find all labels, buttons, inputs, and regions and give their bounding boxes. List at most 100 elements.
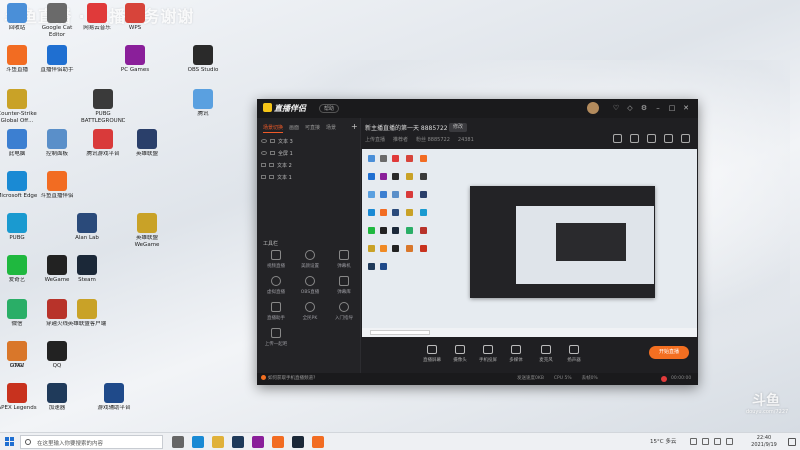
gift-box-icon[interactable] <box>630 134 639 143</box>
danmaku-tool[interactable]: 弹幕机 <box>327 250 361 269</box>
danmaku-library-tool[interactable]: 弹幕库 <box>327 276 361 295</box>
scene-item[interactable]: 文本 1 <box>261 174 292 181</box>
steam-icon[interactable] <box>292 436 304 448</box>
tab-scene-switch[interactable]: 场景切换 <box>263 125 284 133</box>
tab-scene[interactable]: 场景 <box>326 125 336 131</box>
upload-tool[interactable]: 上传一起吧 <box>259 328 293 347</box>
lock-icon[interactable] <box>270 151 275 155</box>
help-link[interactable]: 如何获取手机直播频道? <box>261 373 315 385</box>
guide-tool[interactable]: 入门指导 <box>327 302 361 321</box>
video-live-tool[interactable]: 视频直播 <box>259 250 293 269</box>
scene-item[interactable]: 文本 2 <box>261 162 292 169</box>
calendar-icon[interactable] <box>647 134 656 143</box>
weather-widget[interactable]: 15°C 多云 <box>650 437 676 445</box>
scene-item[interactable]: 文本 3 <box>261 138 293 145</box>
live-assistant-icon[interactable] <box>312 436 324 448</box>
virtual-live-tool[interactable]: 虚拟直播 <box>259 276 293 295</box>
lock-icon[interactable] <box>261 163 266 167</box>
desktop-icon[interactable]: 斗鱼直播 <box>0 45 39 74</box>
desktop-icon[interactable]: Google Cat Editor <box>35 3 79 39</box>
desktop-icon[interactable]: 斗鱼直播伴侣 <box>35 171 79 200</box>
desktop-icon[interactable]: Counter-Strike Global Off... <box>0 89 39 125</box>
desktop-icon[interactable]: 此电脑 <box>0 129 39 158</box>
tab-canvas[interactable]: 画面 <box>289 125 299 131</box>
start-live-button[interactable]: 开始直播 <box>649 346 689 359</box>
windows-start-icon[interactable] <box>5 437 15 447</box>
desktop-icon[interactable]: Alan Lab <box>65 213 109 242</box>
microphone-button[interactable]: 麦克风 <box>532 345 560 363</box>
bell-icon[interactable] <box>664 134 673 143</box>
volume-icon[interactable] <box>702 438 709 445</box>
desktop-icon[interactable]: PUBG BATTLEGROUNDS <box>81 89 125 125</box>
desktop-icon[interactable]: 直播伴侣助手 <box>35 45 79 74</box>
lock-icon[interactable] <box>270 139 275 143</box>
help-pill[interactable]: 帮助 <box>319 104 340 113</box>
desktop-icon[interactable]: PUBG <box>0 213 39 242</box>
share-icon[interactable] <box>681 134 690 143</box>
shield-icon[interactable]: ◇ <box>625 103 635 113</box>
desktop-icon[interactable]: 英雄联盟WeGame <box>125 213 169 249</box>
desktop-icon[interactable]: 英雄联盟 <box>125 129 169 158</box>
edge-icon[interactable] <box>192 436 204 448</box>
stream-preview[interactable] <box>362 149 697 337</box>
minimize-icon[interactable]: – <box>653 103 663 113</box>
desktop-icon[interactable]: Microsoft Edge <box>0 171 39 200</box>
ime-icon[interactable] <box>726 438 733 445</box>
desktop-icon[interactable]: PC Games <box>113 45 157 74</box>
edit-room-button[interactable]: 修改 <box>449 123 468 132</box>
taskbar-search-input[interactable]: 在这里输入你要搜索的内容 <box>20 435 163 449</box>
taskbar-clock[interactable]: 22:40 2021/9/19 <box>744 435 784 449</box>
desktop-icon[interactable]: 回收站 <box>0 3 39 32</box>
media-icon[interactable] <box>232 436 244 448</box>
speaker-button[interactable]: 扬声器 <box>560 345 588 363</box>
pc-games-icon[interactable] <box>252 436 264 448</box>
phone-cast-button[interactable]: 手机投屏 <box>474 345 502 363</box>
desktop-icon[interactable]: 微信 <box>0 299 39 328</box>
network-icon[interactable] <box>690 438 697 445</box>
lock-icon[interactable] <box>261 175 266 179</box>
media-button[interactable]: 多媒体 <box>502 345 530 363</box>
lock-icon[interactable] <box>269 175 274 179</box>
desktop-icon[interactable]: Steam <box>65 255 109 284</box>
battery-icon[interactable] <box>714 438 721 445</box>
douyu-icon[interactable] <box>272 436 284 448</box>
task-view-icon[interactable] <box>172 436 184 448</box>
desktop-icon[interactable]: WPS <box>113 3 157 32</box>
desktop-icon[interactable]: 控制面板 <box>35 129 79 158</box>
desktop-icon[interactable]: 腾讯 <box>181 89 225 118</box>
live-helper-tool[interactable]: 直播助手 <box>259 302 293 321</box>
add-scene-button[interactable]: + <box>351 122 358 131</box>
desktop-icon[interactable]: APEX Legends <box>0 383 39 412</box>
file-explorer-icon[interactable] <box>212 436 224 448</box>
live-assistant-window[interactable]: 直播伴侣 帮助 ♡ ◇ ⚙ – □ ✕ 场景切换 画面 可直接 场景 + 文本 3 全… <box>257 99 698 385</box>
pk-tool[interactable]: 全民PK <box>293 302 327 321</box>
close-icon[interactable]: ✕ <box>681 103 691 113</box>
obs-live-tool[interactable]: OBS直播 <box>293 276 327 295</box>
tab-direct[interactable]: 可直接 <box>305 125 320 131</box>
desktop-icon[interactable]: 腾讯游戏平台 <box>81 129 125 158</box>
user-avatar[interactable] <box>587 102 599 114</box>
app-titlebar[interactable]: 直播伴侣 帮助 ♡ ◇ ⚙ – □ ✕ <box>257 99 698 118</box>
desktop-icon[interactable]: 英雄联盟客户端 <box>65 299 109 328</box>
preview-app-icon <box>420 191 427 198</box>
maximize-icon[interactable]: □ <box>667 103 677 113</box>
app-shortcut-icon <box>47 255 67 275</box>
gift-icon[interactable]: ♡ <box>611 103 621 113</box>
screen-capture-button[interactable]: 直播屏幕 <box>418 345 446 363</box>
desktop-icon[interactable]: QQ <box>35 341 79 370</box>
desktop-icon[interactable]: 游戏辅助平台 <box>92 383 136 412</box>
desktop-icon[interactable]: 加速器 <box>35 383 79 412</box>
desktop-icon[interactable]: DXGI <box>0 341 39 370</box>
camera-button[interactable]: 摄像头 <box>446 345 474 363</box>
desktop-icon[interactable]: OBS Studio <box>181 45 225 74</box>
beauty-tool[interactable]: 美颜设置 <box>293 250 327 269</box>
settings-icon[interactable]: ⚙ <box>639 103 649 113</box>
eye-icon[interactable] <box>261 139 267 143</box>
preview-app-icon <box>368 155 375 162</box>
desktop-icon[interactable]: 爱奇艺 <box>0 255 39 284</box>
share-screen-icon[interactable] <box>613 134 622 143</box>
scene-item[interactable]: 全屏 1 <box>261 150 293 157</box>
lock-icon[interactable] <box>269 163 274 167</box>
eye-icon[interactable] <box>261 151 267 155</box>
notification-icon[interactable] <box>788 438 796 446</box>
